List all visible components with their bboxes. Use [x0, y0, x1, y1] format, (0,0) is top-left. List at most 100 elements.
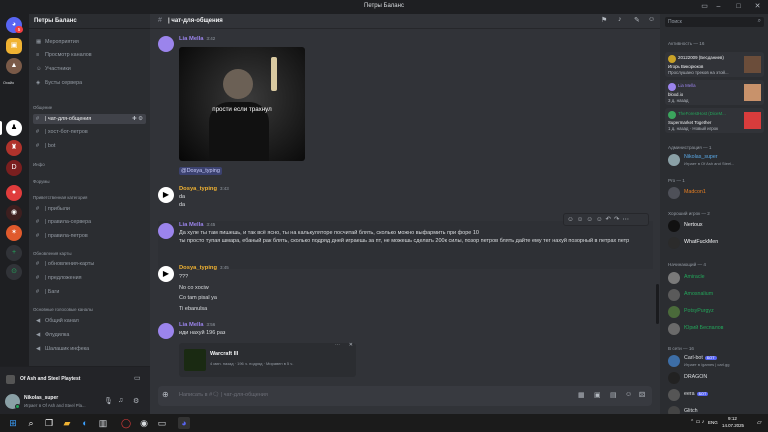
- windows-start-icon[interactable]: ⊞: [7, 417, 19, 429]
- scrollbar[interactable]: [656, 284, 659, 324]
- settings-icon[interactable]: ✚ ⚙: [132, 114, 143, 124]
- voice-hut[interactable]: ◀ Шалашик инфека: [33, 344, 146, 354]
- server-icon[interactable]: ●: [6, 185, 22, 201]
- member-name: eera БОТ: [684, 391, 709, 397]
- message-actions[interactable]: ☺☺☺☺↶↷⋯: [563, 213, 649, 226]
- emoji-icon[interactable]: ☺: [625, 391, 632, 398]
- channel-rules[interactable]: # | правила-сервера: [33, 217, 146, 227]
- search-icon[interactable]: ⌕: [25, 417, 37, 429]
- avatar: [668, 220, 680, 232]
- server-icon[interactable]: ♜: [6, 140, 22, 156]
- avatar[interactable]: [158, 36, 174, 52]
- channel-map-updates[interactable]: # | обновления-карты: [33, 259, 146, 269]
- steam-icon[interactable]: ◉: [138, 417, 150, 429]
- activity-card[interactable]: TheForestHost (DiceM... Supermarket Toge…: [665, 108, 764, 133]
- sidebar-item-boosts[interactable]: ◈ Бусты сервера: [33, 78, 146, 88]
- avatar[interactable]: [158, 223, 174, 239]
- embed-more-icon[interactable]: ⋯: [335, 341, 340, 349]
- notifications-icon[interactable]: ♪: [618, 16, 622, 23]
- screen-icon[interactable]: ▭: [134, 374, 141, 382]
- channel-bugs[interactable]: # | Баги: [33, 287, 146, 297]
- headphones-icon[interactable]: ♫: [118, 397, 123, 404]
- more-icon[interactable]: ↷⋯: [614, 216, 632, 223]
- mic-icon[interactable]: 🎙: [104, 397, 113, 405]
- search-input[interactable]: Поиск ⌕: [665, 17, 764, 27]
- discord-icon[interactable]: ◕: [178, 417, 190, 429]
- category-general[interactable]: Общение: [33, 105, 52, 110]
- maximize-icon[interactable]: □: [734, 2, 743, 11]
- add-server-icon[interactable]: +: [6, 245, 22, 261]
- reaction-icon[interactable]: ☺☺☺: [567, 216, 596, 223]
- message-author[interactable]: Lia Mella: [179, 222, 203, 228]
- explorer-icon[interactable]: ▰: [61, 417, 73, 429]
- composer-input[interactable]: Написать в #🗨 | чат-для-общения: [179, 392, 268, 398]
- clock-date[interactable]: 14.07.2025: [722, 423, 744, 428]
- message-author[interactable]: Lia Mella: [179, 36, 203, 42]
- game-embed[interactable]: Warcraft III 4 мин. назад · 196 ч. подря…: [179, 341, 356, 377]
- activity-card[interactable]: 20122009 (Бесданиев) Игорь Викорюков Про…: [665, 52, 764, 77]
- server-icon[interactable]: D: [6, 160, 22, 176]
- server-icon[interactable]: ◉: [6, 205, 22, 221]
- channel-suggestions[interactable]: # | предложения: [33, 273, 146, 283]
- message-image[interactable]: прости если трахнул: [179, 47, 305, 161]
- channel-bot[interactable]: # | bot: [33, 141, 146, 151]
- active-server-pill: [0, 121, 2, 135]
- channel-profits[interactable]: # | прибыли: [33, 204, 146, 214]
- message-author[interactable]: Dosya_typing: [179, 186, 217, 192]
- message-author[interactable]: Lia Mella: [179, 322, 203, 328]
- language-indicator[interactable]: ENG: [708, 420, 718, 425]
- tray-icons[interactable]: ⌃ ▭ ♪: [690, 419, 704, 425]
- inbox-icon[interactable]: ▭: [700, 2, 709, 11]
- channel-petrov-rules[interactable]: # | правила-петров: [33, 231, 146, 241]
- apps-icon[interactable]: ⚄: [639, 391, 645, 399]
- channel-chat[interactable]: # | чат-для-общения ✚ ⚙: [33, 114, 146, 124]
- threads-icon[interactable]: ⚑: [601, 16, 607, 24]
- category-info[interactable]: Инфо: [33, 162, 45, 167]
- activity-bar[interactable]: Of Ash and Steel Playtest ▭: [0, 366, 150, 390]
- message-composer[interactable]: ⊕ Написать в #🗨 | чат-для-общения ▦ ▣ ▤ …: [158, 386, 652, 406]
- store-icon[interactable]: ▥: [97, 417, 109, 429]
- server-icon[interactable]: ▲: [6, 58, 22, 74]
- avatar[interactable]: [158, 323, 174, 339]
- avatar[interactable]: ▶: [158, 266, 174, 282]
- category-voice[interactable]: Основные голосовые каналы: [33, 307, 93, 312]
- category-welcome[interactable]: Приветственная категория: [33, 195, 87, 200]
- server-icon[interactable]: ♟: [6, 120, 22, 136]
- task-view-icon[interactable]: ❐: [43, 417, 55, 429]
- sidebar-item-members[interactable]: ☺ Участники: [33, 64, 146, 74]
- category-forums[interactable]: Форумы: [33, 179, 50, 184]
- server-icon[interactable]: ✶: [6, 225, 22, 241]
- message-line: Да хуле ты там пишешь, и так всё ясно, т…: [179, 230, 479, 236]
- category-updates[interactable]: Обновления карты: [33, 251, 71, 256]
- activity-card[interactable]: Lia Mella bloxd.io 3 д. назад: [665, 80, 764, 105]
- sticker-icon[interactable]: ▤: [610, 391, 617, 399]
- avatar[interactable]: ▶: [158, 187, 174, 203]
- sidebar-item-events[interactable]: ▦ Мероприятия: [33, 37, 146, 47]
- server-name[interactable]: Петры Баланс: [29, 14, 150, 29]
- username[interactable]: Nikolas_super: [24, 395, 58, 401]
- minimize-icon[interactable]: –: [714, 2, 723, 11]
- sidebar-item-browse[interactable]: ≡ Просмотр каналов: [33, 50, 146, 60]
- opera-icon[interactable]: ◯: [120, 417, 132, 429]
- app-icon[interactable]: ▭: [156, 417, 168, 429]
- gift-icon[interactable]: ▦: [578, 391, 585, 399]
- reply-icon[interactable]: ☺↶: [596, 216, 614, 223]
- voice-flood[interactable]: ◀ Флудилка: [33, 330, 146, 340]
- clock-time[interactable]: 9:12: [728, 416, 737, 421]
- explore-icon[interactable]: ⊙: [6, 264, 22, 280]
- message-author[interactable]: Dosya_typing: [179, 265, 217, 271]
- member-list-icon[interactable]: ☺: [648, 16, 655, 23]
- notifications-icon[interactable]: ▱: [757, 419, 762, 426]
- edge-icon[interactable]: ◐: [79, 417, 91, 429]
- upload-icon[interactable]: ⊕: [162, 390, 169, 399]
- card-line: bloxd.io: [668, 92, 684, 97]
- close-icon[interactable]: ✕: [753, 2, 762, 11]
- mention[interactable]: @Dosya_typing: [179, 167, 222, 175]
- server-icon[interactable]: ▣: [6, 38, 22, 54]
- gif-icon[interactable]: ▣: [594, 391, 601, 399]
- pin-icon[interactable]: ✎: [634, 16, 640, 24]
- embed-close-icon[interactable]: ✕: [349, 341, 353, 349]
- channel-host[interactable]: # | хост-бот-петров: [33, 127, 146, 137]
- settings-icon[interactable]: ⚙: [133, 397, 139, 405]
- voice-general[interactable]: ◀ Общий канал: [33, 316, 146, 326]
